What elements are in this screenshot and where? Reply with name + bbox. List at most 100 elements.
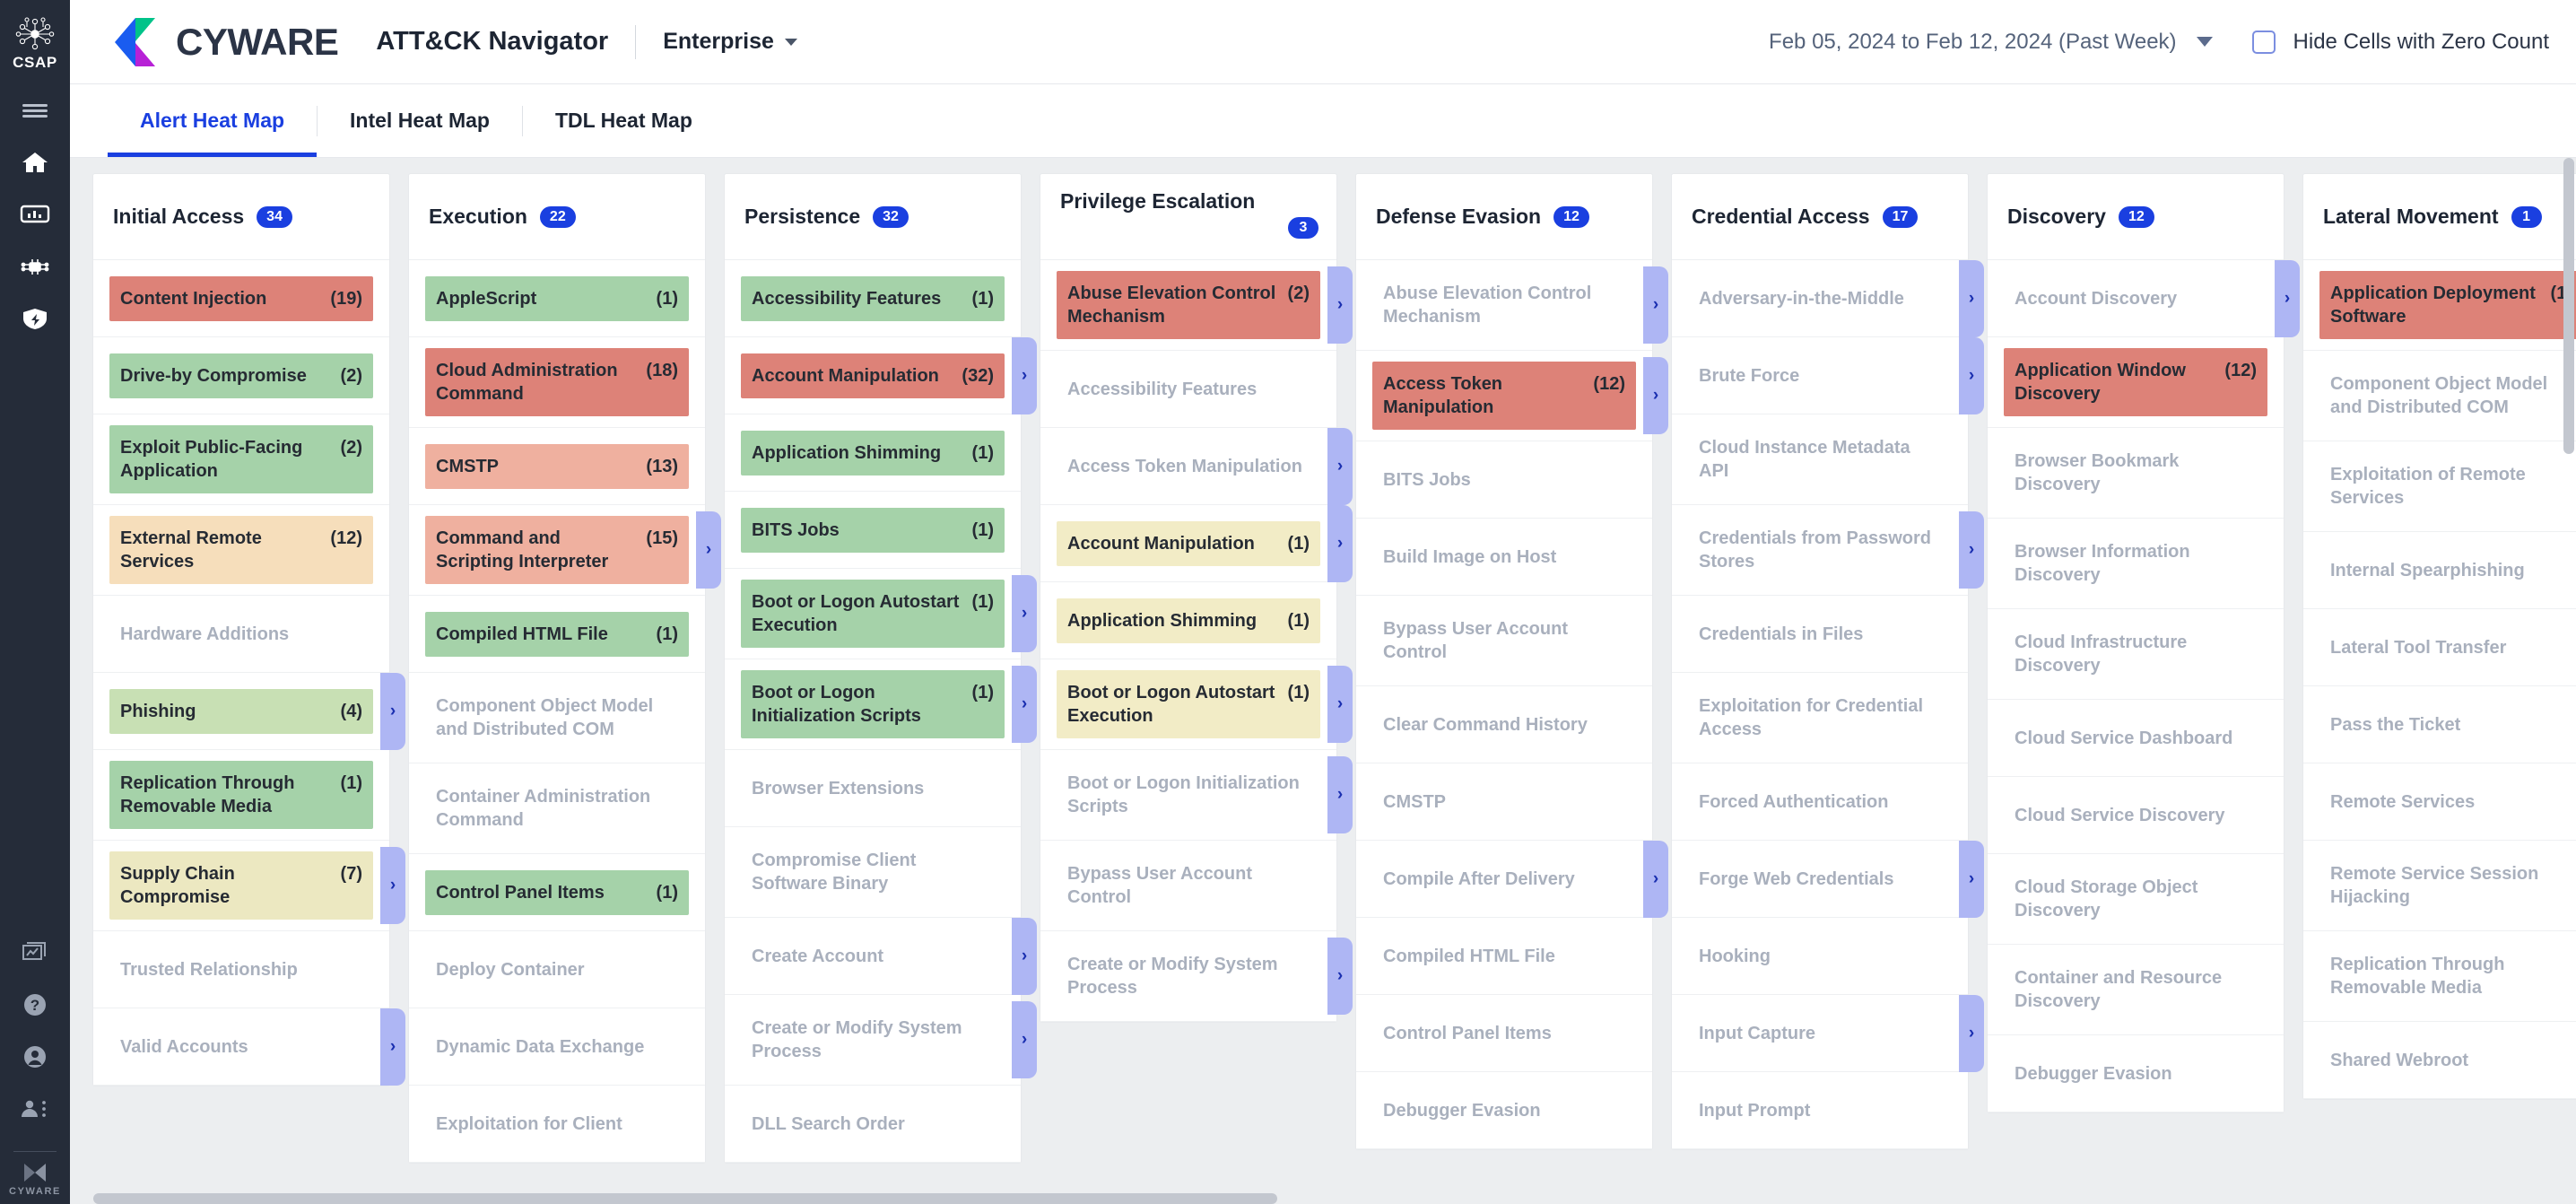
- technique-cell[interactable]: Cloud Instance Metadata API: [1672, 414, 1968, 505]
- technique-cell[interactable]: Accessibility Features(1): [725, 260, 1021, 337]
- technique-cell[interactable]: Component Object Model and Distributed C…: [2303, 351, 2576, 441]
- technique-cell[interactable]: DLL Search Order: [725, 1086, 1021, 1163]
- technique-cell[interactable]: Command and Scripting Interpreter(15)›: [409, 505, 705, 596]
- expand-subtechniques-button[interactable]: ›: [1012, 666, 1037, 743]
- technique-cell[interactable]: Debugger Evasion: [1988, 1035, 2284, 1112]
- technique-cell[interactable]: Exploitation for Credential Access: [1672, 673, 1968, 763]
- technique-cell[interactable]: Compiled HTML File: [1356, 918, 1652, 995]
- technique-cell[interactable]: Phishing(4)›: [93, 673, 389, 750]
- technique-cell[interactable]: Create or Modify System Process›: [1040, 931, 1336, 1022]
- technique-cell[interactable]: Shared Webroot: [2303, 1022, 2576, 1099]
- technique-cell[interactable]: Adversary-in-the-Middle›: [1672, 260, 1968, 337]
- technique-cell[interactable]: Trusted Relationship: [93, 931, 389, 1008]
- account-icon[interactable]: [0, 1031, 70, 1083]
- expand-subtechniques-button[interactable]: ›: [1012, 1001, 1037, 1078]
- expand-subtechniques-button[interactable]: ›: [1327, 666, 1353, 743]
- technique-cell[interactable]: Abuse Elevation Control Mechanism›: [1356, 260, 1652, 351]
- menu-icon[interactable]: [0, 84, 70, 136]
- expand-subtechniques-button[interactable]: ›: [2275, 260, 2300, 337]
- technique-cell[interactable]: Application Shimming(1): [725, 414, 1021, 492]
- technique-cell[interactable]: Browser Information Discovery: [1988, 519, 2284, 609]
- technique-cell[interactable]: Credentials from Password Stores›: [1672, 505, 1968, 596]
- technique-cell[interactable]: Forced Authentication: [1672, 763, 1968, 841]
- technique-cell[interactable]: Hardware Additions: [93, 596, 389, 673]
- technique-cell[interactable]: Abuse Elevation Control Mechanism(2)›: [1040, 260, 1336, 351]
- expand-subtechniques-button[interactable]: ›: [1643, 266, 1668, 344]
- technique-cell[interactable]: Clear Command History: [1356, 686, 1652, 763]
- technique-cell[interactable]: Application Window Discovery(12): [1988, 337, 2284, 428]
- technique-cell[interactable]: Cloud Storage Object Discovery: [1988, 854, 2284, 945]
- expand-subtechniques-button[interactable]: ›: [1012, 918, 1037, 995]
- technique-cell[interactable]: Bypass User Account Control: [1356, 596, 1652, 686]
- technique-cell[interactable]: Exploitation of Remote Services: [2303, 441, 2576, 532]
- expand-subtechniques-button[interactable]: ›: [1327, 938, 1353, 1015]
- tab-alert-heat-map[interactable]: Alert Heat Map: [108, 84, 317, 157]
- expand-subtechniques-button[interactable]: ›: [1959, 511, 1984, 589]
- technique-cell[interactable]: Application Deployment Software(1): [2303, 260, 2576, 351]
- technique-cell[interactable]: Supply Chain Compromise(7)›: [93, 841, 389, 931]
- expand-subtechniques-button[interactable]: ›: [380, 1008, 405, 1086]
- hide-zero-count-toggle[interactable]: Hide Cells with Zero Count: [2252, 30, 2549, 55]
- technique-cell[interactable]: Input Capture›: [1672, 995, 1968, 1072]
- expand-subtechniques-button[interactable]: ›: [1327, 428, 1353, 505]
- technique-cell[interactable]: Forge Web Credentials›: [1672, 841, 1968, 918]
- technique-cell[interactable]: BITS Jobs(1): [725, 492, 1021, 569]
- expand-subtechniques-button[interactable]: ›: [1959, 337, 1984, 414]
- technique-cell[interactable]: Pass the Ticket: [2303, 686, 2576, 763]
- technique-cell[interactable]: Access Token Manipulation›: [1040, 428, 1336, 505]
- technique-cell[interactable]: Brute Force›: [1672, 337, 1968, 414]
- technique-cell[interactable]: Boot or Logon Autostart Execution(1)›: [1040, 659, 1336, 750]
- technique-cell[interactable]: Replication Through Removable Media: [2303, 931, 2576, 1022]
- technique-cell[interactable]: Application Shimming(1): [1040, 582, 1336, 659]
- technique-cell[interactable]: Remote Services›: [2303, 763, 2576, 841]
- technique-cell[interactable]: Deploy Container: [409, 931, 705, 1008]
- date-range-picker[interactable]: Feb 05, 2024 to Feb 12, 2024 (Past Week): [1769, 30, 2213, 55]
- expand-subtechniques-button[interactable]: ›: [1643, 841, 1668, 918]
- technique-cell[interactable]: Boot or Logon Initialization Scripts(1)›: [725, 659, 1021, 750]
- expand-subtechniques-button[interactable]: ›: [1959, 260, 1984, 337]
- technique-cell[interactable]: Drive-by Compromise(2): [93, 337, 389, 414]
- hide-zero-count-checkbox[interactable]: [2252, 31, 2276, 54]
- technique-cell[interactable]: Valid Accounts›: [93, 1008, 389, 1086]
- technique-cell[interactable]: External Remote Services(12): [93, 505, 389, 596]
- expand-subtechniques-button[interactable]: ›: [696, 511, 721, 589]
- expand-subtechniques-button[interactable]: ›: [1959, 995, 1984, 1072]
- threat-intel-icon[interactable]: [0, 240, 70, 292]
- technique-cell[interactable]: Create Account›: [725, 918, 1021, 995]
- expand-subtechniques-button[interactable]: ›: [1327, 266, 1353, 344]
- technique-cell[interactable]: Cloud Infrastructure Discovery: [1988, 609, 2284, 700]
- horizontal-scrollbar[interactable]: [93, 1193, 2560, 1204]
- technique-cell[interactable]: Container and Resource Discovery: [1988, 945, 2284, 1035]
- technique-cell[interactable]: Dynamic Data Exchange: [409, 1008, 705, 1086]
- vertical-scroll-thumb[interactable]: [2563, 158, 2574, 454]
- vertical-scrollbar[interactable]: [2563, 158, 2574, 1204]
- technique-cell[interactable]: Input Prompt: [1672, 1072, 1968, 1149]
- expand-subtechniques-button[interactable]: ›: [1012, 575, 1037, 652]
- technique-cell[interactable]: Cloud Service Dashboard: [1988, 700, 2284, 777]
- technique-cell[interactable]: Hooking: [1672, 918, 1968, 995]
- technique-cell[interactable]: Account Manipulation(1)›: [1040, 505, 1336, 582]
- expand-subtechniques-button[interactable]: ›: [1643, 357, 1668, 434]
- technique-cell[interactable]: Component Object Model and Distributed C…: [409, 673, 705, 763]
- reports-icon[interactable]: [0, 927, 70, 979]
- technique-cell[interactable]: AppleScript(1): [409, 260, 705, 337]
- technique-cell[interactable]: Exploit Public-Facing Application(2): [93, 414, 389, 505]
- technique-cell[interactable]: Account Manipulation(32)›: [725, 337, 1021, 414]
- technique-cell[interactable]: Remote Service Session Hijacking›: [2303, 841, 2576, 931]
- technique-cell[interactable]: Internal Spearphishing: [2303, 532, 2576, 609]
- technique-cell[interactable]: Lateral Tool Transfer: [2303, 609, 2576, 686]
- technique-cell[interactable]: Create or Modify System Process›: [725, 995, 1021, 1086]
- technique-cell[interactable]: Content Injection(19): [93, 260, 389, 337]
- tab-intel-heat-map[interactable]: Intel Heat Map: [318, 84, 522, 157]
- technique-cell[interactable]: Compromise Client Software Binary: [725, 827, 1021, 918]
- technique-cell[interactable]: Account Discovery›: [1988, 260, 2284, 337]
- expand-subtechniques-button[interactable]: ›: [380, 673, 405, 750]
- technique-cell[interactable]: Debugger Evasion: [1356, 1072, 1652, 1149]
- technique-cell[interactable]: Bypass User Account Control: [1040, 841, 1336, 931]
- shield-icon[interactable]: [0, 292, 70, 345]
- technique-cell[interactable]: CMSTP: [1356, 763, 1652, 841]
- technique-cell[interactable]: Control Panel Items(1): [409, 854, 705, 931]
- home-icon[interactable]: [0, 136, 70, 188]
- expand-subtechniques-button[interactable]: ›: [1327, 505, 1353, 582]
- technique-cell[interactable]: Cloud Administration Command(18): [409, 337, 705, 428]
